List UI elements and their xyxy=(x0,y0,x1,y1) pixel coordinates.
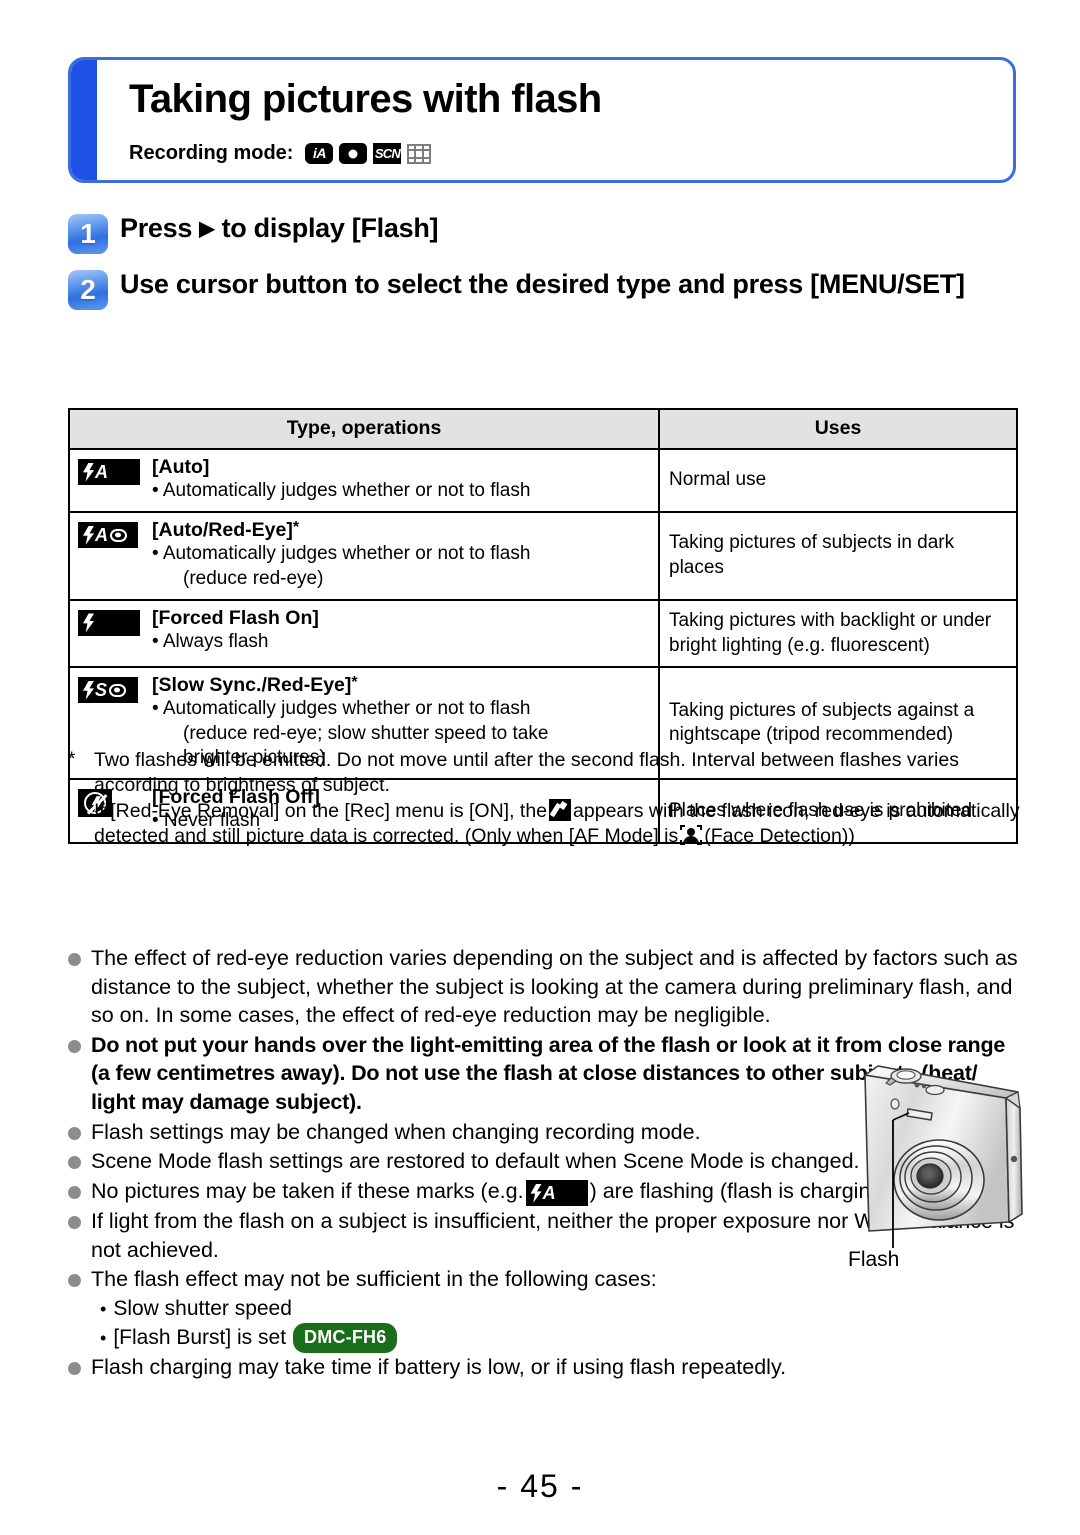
type-name: [Forced Flash On] xyxy=(152,606,319,629)
footnote-line2-c: (Face Detection)) xyxy=(704,825,855,848)
page-number: - 45 - xyxy=(496,1468,584,1504)
sub-list-text: Slow shutter speed xyxy=(113,1297,292,1321)
table-footnote: * Two flashes will be emitted. Do not mo… xyxy=(68,748,1020,849)
step-number-1: 1 xyxy=(68,214,108,254)
model-badge: DMC-FH6 xyxy=(293,1323,398,1353)
column-header-type: Type, operations xyxy=(68,408,660,450)
column-header-uses: Uses xyxy=(658,408,1018,450)
bullet-icon xyxy=(68,1274,87,1288)
bullet-icon xyxy=(68,1185,87,1199)
manual-page: Taking pictures with flash Recording mod… xyxy=(0,0,1080,1535)
type-name: [Auto/Red-Eye]* xyxy=(152,519,300,542)
type-description: • Always flash xyxy=(152,630,269,652)
figure-caption: Flash xyxy=(848,1248,900,1271)
type-cell: [Forced Flash On] • Always flash xyxy=(68,598,660,669)
step-2-text: Use cursor button to select the desired … xyxy=(120,269,965,299)
table-row: A [Auto/Red-Eye]* • Automatically judges… xyxy=(68,511,1018,601)
footnote-line1: Two flashes will be emitted. Do not move… xyxy=(94,749,959,797)
note-text: Flash charging may take time if battery … xyxy=(91,1354,787,1379)
sub-list-text: [Flash Burst] is set xyxy=(113,1325,287,1349)
bullet-icon xyxy=(68,1156,87,1170)
type-name: [Slow Sync./Red-Eye]* xyxy=(152,674,358,697)
step-1-text-after: to display [Flash] xyxy=(214,213,439,243)
type-name: [Auto] xyxy=(152,456,210,478)
bullet-icon xyxy=(68,953,87,966)
step-1: 1 Press ▶ to display [Flash] xyxy=(68,212,968,254)
bullet-icon xyxy=(68,1361,87,1375)
note-item: The effect of red-eye reduction varies d… xyxy=(68,944,1020,1030)
steps-list: 1 Press ▶ to display [Flash] 2 Use curso… xyxy=(68,212,968,324)
footnote-body: Two flashes will be emitted. Do not move… xyxy=(94,748,1020,849)
type-description: • Automatically judges whether or not to… xyxy=(152,543,531,589)
footnote-line2-a: If [Red-Eye Removal] on the [Rec] menu i… xyxy=(94,799,548,822)
note-item: Flash charging may take time if battery … xyxy=(68,1353,1020,1382)
sub-bullet-icon: • xyxy=(100,1327,107,1348)
uses-cell: Taking pictures with backlight or under … xyxy=(658,598,1018,669)
page-title: Taking pictures with flash xyxy=(129,77,602,121)
motion-picture-icon xyxy=(407,143,432,164)
flash-forced-on-icon xyxy=(78,607,152,639)
intelligent-auto-icon: iA xyxy=(305,143,334,164)
step-number-2: 2 xyxy=(68,270,108,310)
bullet-icon xyxy=(68,1216,87,1230)
sub-list-item: • [Flash Burst] is set DMC-FH6 xyxy=(100,1323,1020,1353)
type-cell: A [Auto] • Automatically judges whether … xyxy=(68,447,660,514)
recording-mode-label: Recording mode: xyxy=(129,142,294,164)
table-row: [Forced Flash On] • Always flash Taking … xyxy=(68,598,1018,669)
right-cursor-icon: ▶ xyxy=(199,218,215,240)
flash-auto-redeye-icon: A xyxy=(78,519,152,551)
table-row: A [Auto] • Automatically judges whether … xyxy=(68,447,1018,514)
red-eye-removal-icon xyxy=(549,798,572,821)
flash-slow-sync-redeye-icon: S xyxy=(78,674,152,706)
header-accent-bar xyxy=(71,60,97,180)
flash-auto-icon-inline: A xyxy=(525,1180,588,1207)
flash-auto-icon: A xyxy=(78,456,152,488)
footnote-marker: * xyxy=(68,749,76,770)
sub-list: • Slow shutter speed • [Flash Burst] is … xyxy=(100,1295,1020,1353)
note-text: The effect of red-eye reduction varies d… xyxy=(91,946,1018,1028)
step-2: 2 Use cursor button to select the desire… xyxy=(68,268,968,310)
bullet-icon xyxy=(68,1039,87,1053)
sub-bullet-icon: • xyxy=(100,1299,107,1320)
type-cell: A [Auto/Red-Eye]* • Automatically judges… xyxy=(68,511,660,601)
page-header: Taking pictures with flash Recording mod… xyxy=(68,57,1016,183)
type-description: • Automatically judges whether or not to… xyxy=(152,480,531,501)
normal-picture-icon xyxy=(339,143,368,164)
step-1-text: Press ▶ to display [Flash] xyxy=(120,212,439,245)
step-1-text-before: Press xyxy=(120,213,200,243)
uses-cell: Normal use xyxy=(658,447,1018,514)
recording-mode-icons: iA SCN xyxy=(305,143,432,164)
face-detection-icon xyxy=(680,825,703,846)
bullet-icon xyxy=(68,1126,87,1140)
uses-cell: Taking pictures of subjects in dark plac… xyxy=(658,511,1018,601)
table-header-row: Type, operations Uses xyxy=(68,408,1018,450)
recording-mode-line: Recording mode: iA SCN xyxy=(129,142,432,165)
scene-mode-icon: SCN xyxy=(373,143,402,164)
